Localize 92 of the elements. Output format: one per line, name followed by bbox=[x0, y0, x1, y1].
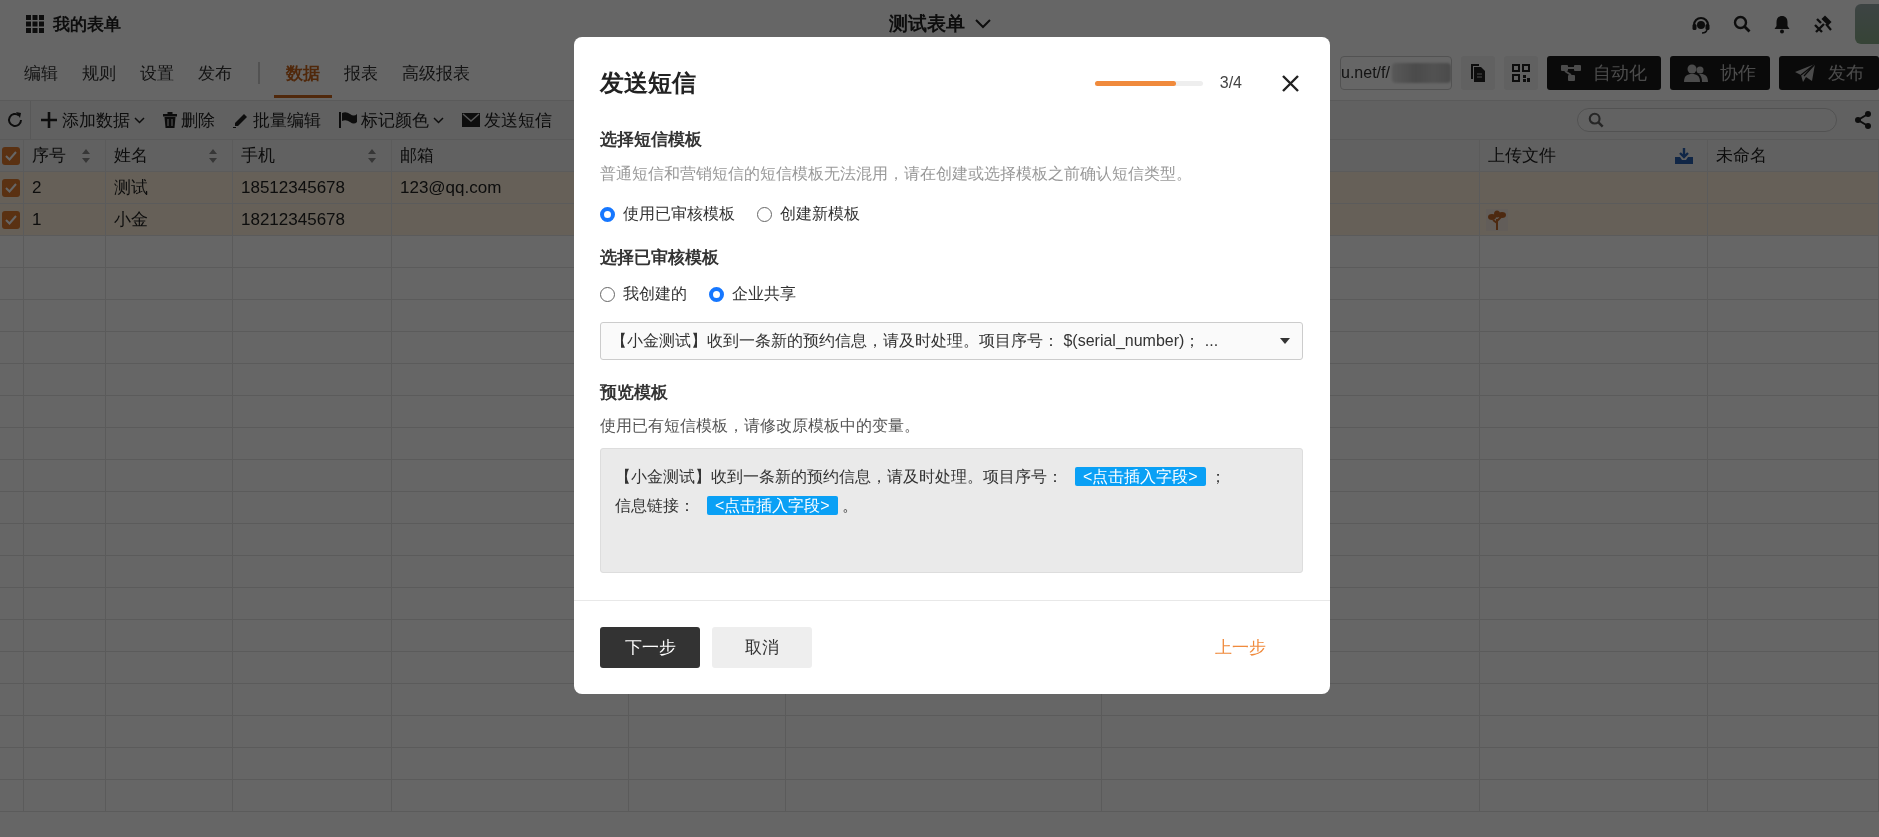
toolbar-button[interactable]: 批量编辑 bbox=[224, 108, 330, 132]
section-heading: 预览模板 bbox=[600, 382, 669, 404]
preview-text: 。 bbox=[841, 497, 858, 514]
app-title: 我的表单 bbox=[53, 13, 121, 36]
close-icon bbox=[1282, 74, 1299, 92]
next-button[interactable]: 下一步 bbox=[600, 627, 700, 668]
column-header[interactable]: 上传文件 bbox=[1488, 144, 1556, 167]
preview-text: ； bbox=[1209, 468, 1226, 485]
toolbar-button[interactable]: 删除 bbox=[154, 108, 224, 132]
insert-field-chip[interactable]: <点击插入字段> bbox=[1075, 467, 1206, 486]
hint-text: 使用已有短信模板，请修改原模板中的变量。 bbox=[600, 416, 921, 436]
radio-button[interactable] bbox=[709, 286, 724, 302]
blurred-text bbox=[1391, 63, 1451, 83]
nodes-icon bbox=[1561, 64, 1581, 82]
check-icon bbox=[5, 214, 17, 225]
column-header[interactable]: 邮箱 bbox=[400, 144, 434, 167]
checkbox[interactable] bbox=[2, 146, 20, 165]
toolbar-button[interactable]: 标记颜色 bbox=[330, 108, 453, 132]
sort-icon[interactable] bbox=[81, 147, 91, 164]
share-link-field[interactable]: u.net/f/ bbox=[1340, 56, 1452, 90]
back-link[interactable]: 上一步 bbox=[1190, 627, 1290, 668]
column-header[interactable]: 序号 bbox=[32, 144, 66, 167]
column-header[interactable]: 姓名 bbox=[114, 144, 148, 167]
flag-icon bbox=[339, 112, 357, 128]
table-cell: 2 bbox=[32, 177, 42, 198]
checkbox[interactable] bbox=[2, 210, 20, 229]
close-button[interactable] bbox=[1282, 74, 1299, 92]
tab[interactable]: 规则 bbox=[70, 48, 128, 98]
tab[interactable]: 报表 bbox=[332, 48, 390, 98]
column-header[interactable]: 未命名 bbox=[1716, 144, 1767, 167]
copy-button[interactable] bbox=[1461, 56, 1495, 90]
insert-field-chip[interactable]: <点击插入字段> bbox=[707, 496, 838, 515]
envelope-icon bbox=[462, 113, 480, 127]
step-counter: 3/4 bbox=[1219, 74, 1242, 92]
table-cell-text: 小金 bbox=[114, 209, 148, 231]
table-cell: 123@qq.com bbox=[400, 177, 502, 198]
file-thumbnail-icon[interactable] bbox=[1486, 208, 1508, 231]
header-button[interactable]: 自动化 bbox=[1547, 56, 1661, 90]
toolbar-button[interactable]: 添加数据 bbox=[31, 108, 154, 132]
search-field[interactable] bbox=[1577, 108, 1837, 132]
table-cell: 1 bbox=[32, 209, 42, 230]
radio-option[interactable]: 企业共享 bbox=[709, 282, 796, 306]
table-cell: 18512345678 bbox=[241, 177, 345, 198]
column-header[interactable]: 手机 bbox=[241, 144, 275, 167]
tab[interactable]: 设置 bbox=[128, 48, 186, 98]
paper-plane-icon bbox=[1794, 63, 1816, 83]
form-title[interactable]: 测试表单 bbox=[888, 11, 965, 37]
caret-down-icon bbox=[1280, 338, 1290, 344]
check-icon bbox=[5, 182, 17, 193]
checkbox[interactable] bbox=[2, 178, 20, 197]
header-button[interactable]: 协作 bbox=[1670, 56, 1770, 90]
sort-icon[interactable] bbox=[208, 147, 218, 164]
plus-icon bbox=[40, 111, 58, 129]
qr-code-icon bbox=[1512, 64, 1530, 82]
hint-text: 普通短信和营销短信的短信模板无法混用，请在创建或选择模板之前确认短信类型。 bbox=[600, 164, 1193, 184]
search-icon[interactable] bbox=[1733, 15, 1751, 33]
trash-icon bbox=[163, 112, 177, 128]
header-button[interactable]: 发布 bbox=[1779, 56, 1879, 90]
preview-text: 信息链接： bbox=[615, 497, 695, 514]
toolbar-button[interactable]: 发送短信 bbox=[453, 108, 561, 132]
chevron-down-icon[interactable] bbox=[974, 19, 991, 29]
dialog-title: 发送短信 bbox=[600, 68, 696, 98]
preview-text: 【小金测试】收到一条新的预约信息，请及时处理。项目序号： bbox=[615, 468, 1063, 485]
table-cell-text: 测试 bbox=[114, 177, 148, 199]
check-icon bbox=[5, 150, 17, 161]
tab[interactable]: 高级报表 bbox=[390, 48, 482, 98]
radio-button[interactable] bbox=[757, 206, 772, 222]
grid-icon[interactable] bbox=[26, 15, 44, 33]
tab[interactable]: 发布 bbox=[186, 48, 244, 98]
refresh-icon[interactable] bbox=[6, 111, 24, 129]
section-heading: 选择已审核模板 bbox=[600, 247, 720, 269]
radio-button[interactable] bbox=[600, 206, 615, 222]
radio-option[interactable]: 创建新模板 bbox=[757, 202, 860, 226]
share-icon[interactable] bbox=[1855, 111, 1871, 129]
search-icon bbox=[1588, 112, 1604, 128]
people-icon bbox=[1684, 64, 1708, 82]
bell-icon[interactable] bbox=[1773, 14, 1791, 34]
tools-icon[interactable] bbox=[1813, 15, 1833, 33]
cancel-button[interactable]: 取消 bbox=[712, 627, 812, 668]
radio-option[interactable]: 使用已审核模板 bbox=[600, 202, 735, 226]
qr-code-button[interactable] bbox=[1504, 56, 1538, 90]
template-dropdown[interactable]: 【小金测试】收到一条新的预约信息，请及时处理。项目序号： $(serial_number)； ... bbox=[600, 322, 1303, 360]
section-heading: 选择短信模板 bbox=[600, 129, 703, 151]
copy-icon bbox=[1470, 63, 1486, 83]
radio-option[interactable]: 我创建的 bbox=[600, 282, 687, 306]
radio-button[interactable] bbox=[600, 286, 615, 302]
tab[interactable]: 编辑 bbox=[12, 48, 70, 98]
table-cell: 18212345678 bbox=[241, 209, 345, 230]
headset-icon[interactable] bbox=[1691, 14, 1711, 34]
sort-icon[interactable] bbox=[367, 147, 377, 164]
pencil-icon bbox=[233, 112, 249, 128]
download-icon[interactable] bbox=[1675, 147, 1693, 164]
